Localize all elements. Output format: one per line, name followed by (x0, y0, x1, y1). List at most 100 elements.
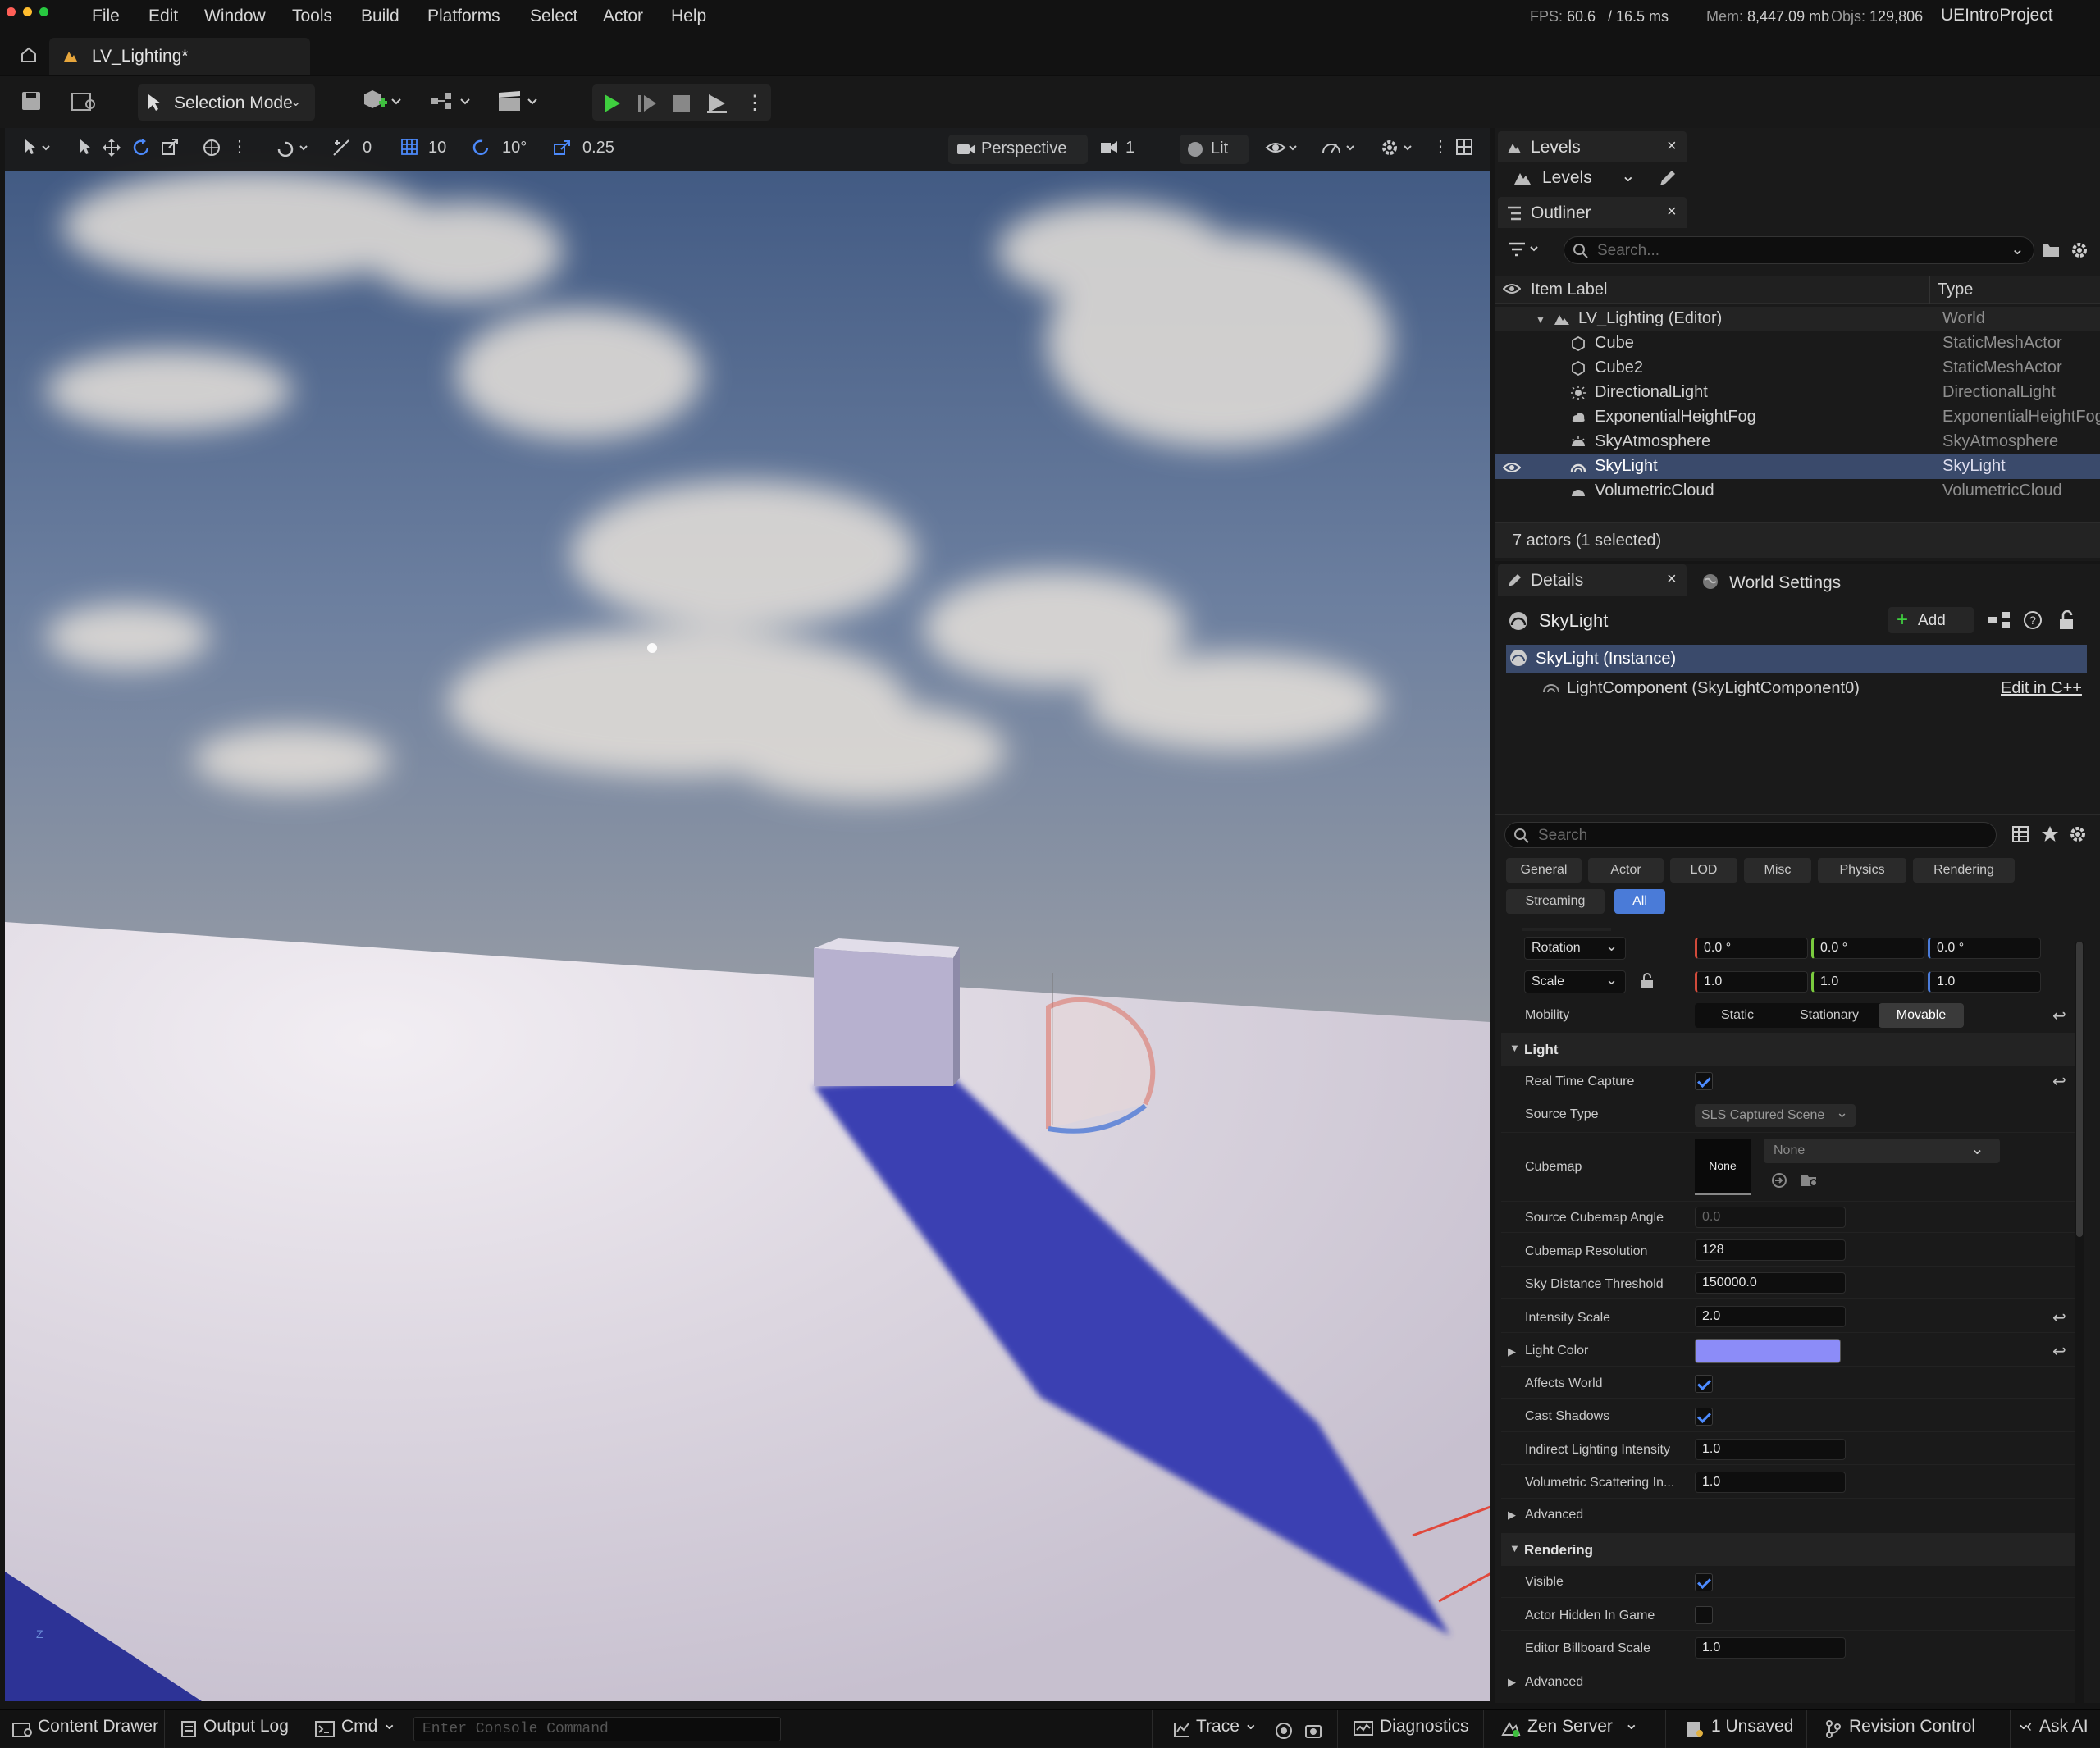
outliner-tab[interactable]: Outliner × (1498, 197, 1687, 228)
actor-hidden-in-game-checkbox[interactable] (1695, 1606, 1713, 1624)
rotate-icon[interactable] (131, 138, 151, 157)
blueprints-icon[interactable] (430, 89, 476, 112)
reset-to-default-icon[interactable]: ↩ (2052, 1071, 2066, 1092)
cubemap-asset-dropdown[interactable]: None ⌄ (1764, 1139, 2000, 1163)
details-scrollbar[interactable] (2075, 942, 2084, 1705)
camera-speed-value[interactable]: 1 (1125, 139, 1134, 157)
maximize-window-icon[interactable] (39, 7, 48, 16)
eye-icon[interactable] (1503, 461, 1521, 474)
outliner-row[interactable]: SkyAtmosphere SkyAtmosphere (1495, 430, 2100, 454)
cubemap-resolution-field[interactable]: 128 (1695, 1239, 1846, 1261)
menu-build[interactable]: Build (361, 7, 399, 26)
cube-mesh[interactable] (814, 948, 953, 1086)
component-row[interactable]: LightComponent (SkyLightComponent0) Edit… (1506, 674, 2087, 702)
select-icon[interactable] (77, 138, 94, 156)
outliner-row[interactable]: DirectionalLight DirectionalLight (1495, 381, 2100, 405)
blueprint-icon[interactable] (1987, 610, 2011, 630)
advanced-expander[interactable]: ▶ Advanced (1501, 1667, 2075, 1698)
console-input[interactable]: Enter Console Command (413, 1717, 781, 1741)
edit-in-cpp-link[interactable]: Edit in C++ (2001, 679, 2082, 698)
minimize-window-icon[interactable] (23, 7, 32, 16)
advance-frame-icon[interactable] (637, 93, 658, 114)
add-component-button[interactable]: + Add (1888, 607, 1974, 633)
cinematics-icon[interactable] (497, 89, 543, 112)
reset-to-default-icon[interactable]: ↩ (2052, 1006, 2066, 1026)
view-mode-dropdown[interactable]: Lit (1180, 135, 1249, 164)
menu-select[interactable]: Select (530, 7, 578, 26)
cast-shadows-checkbox[interactable] (1695, 1408, 1713, 1426)
volumetric-scattering-field[interactable]: 1.0 (1695, 1472, 1846, 1493)
help-icon[interactable]: ? (2023, 610, 2043, 630)
angle-snap-value[interactable]: 10° (502, 139, 527, 157)
advanced-expander[interactable]: ▶ Advanced (1501, 1499, 2075, 1532)
transform-mode-icon[interactable] (23, 138, 56, 157)
filter-physics[interactable]: Physics (1818, 858, 1906, 883)
editor-billboard-scale-field[interactable]: 1.0 (1695, 1637, 1846, 1659)
grid-snap-icon[interactable] (400, 138, 418, 156)
outliner-row[interactable]: Cube2 StaticMeshActor (1495, 356, 2100, 381)
document-tab[interactable]: LV_Lighting* (49, 38, 310, 75)
table-view-icon[interactable] (2011, 825, 2029, 843)
scale-snap-icon[interactable] (553, 138, 573, 157)
settings-icon[interactable] (2069, 825, 2087, 843)
eye-icon[interactable] (1503, 282, 1521, 295)
grid-snap-value[interactable]: 10 (428, 139, 446, 157)
intensity-scale-field[interactable]: 2.0 (1695, 1306, 1846, 1327)
more-options-icon[interactable]: ⋮ (231, 136, 248, 157)
show-flags-icon[interactable] (1265, 138, 1301, 157)
menu-help[interactable]: Help (671, 7, 706, 26)
details-search-input[interactable]: Search (1504, 822, 1997, 848)
outliner-row[interactable]: ExponentialHeightFog ExponentialHeightFo… (1495, 405, 2100, 430)
reset-to-default-icon[interactable]: ↩ (2052, 1308, 2066, 1328)
stop-icon[interactable] (673, 94, 691, 112)
scrollbar-thumb[interactable] (2076, 942, 2083, 1237)
chevron-down-icon[interactable]: ⌄ (1621, 166, 1636, 186)
scale-snap-value[interactable]: 0.25 (582, 139, 614, 157)
rotation-dropdown[interactable]: Rotation ⌄ (1524, 937, 1626, 960)
lock-icon[interactable] (2057, 610, 2075, 630)
visible-checkbox[interactable] (1695, 1573, 1713, 1591)
expand-arrow-icon[interactable]: ▼ (1536, 314, 1545, 326)
record-icon[interactable] (1275, 1722, 1293, 1740)
lock-icon[interactable] (1639, 973, 1655, 989)
column-item-label[interactable]: Item Label (1531, 281, 1607, 299)
filter-lod[interactable]: LOD (1670, 858, 1737, 883)
light-color-swatch[interactable] (1695, 1339, 1841, 1363)
menu-edit[interactable]: Edit (148, 7, 178, 26)
chevron-down-icon[interactable]: ⌄ (2011, 239, 2025, 259)
levels-tab[interactable]: Levels × (1498, 131, 1687, 162)
settings-icon[interactable] (1380, 138, 1418, 157)
filter-icon[interactable] (1508, 241, 1541, 258)
filter-streaming[interactable]: Streaming (1506, 889, 1605, 914)
indirect-lighting-intensity-field[interactable]: 1.0 (1695, 1439, 1846, 1460)
expand-arrow-icon[interactable]: ▶ (1508, 1345, 1516, 1358)
eject-icon[interactable] (705, 93, 728, 114)
world-local-icon[interactable] (202, 138, 221, 157)
levels-dropdown[interactable]: Levels (1542, 168, 1592, 188)
surface-snapping-icon[interactable] (276, 138, 313, 157)
source-cubemap-angle-field[interactable]: 0.0 (1695, 1207, 1846, 1228)
menu-tools[interactable]: Tools (292, 7, 332, 26)
save-icon[interactable] (20, 89, 43, 112)
selection-mode-dropdown[interactable]: Selection Mode ⌄ (138, 84, 315, 121)
instance-row[interactable]: SkyLight (Instance) (1506, 645, 2087, 673)
filter-actor[interactable]: Actor (1588, 858, 1664, 883)
use-selected-asset-icon[interactable] (1770, 1171, 1788, 1189)
browse-asset-icon[interactable] (1800, 1171, 1819, 1189)
rotate-snap-value[interactable]: 0 (363, 139, 372, 157)
close-icon[interactable]: × (1667, 137, 1677, 156)
layout-icon[interactable] (1455, 138, 1473, 156)
outliner-row[interactable]: VolumetricCloud VolumetricCloud (1495, 479, 2100, 504)
close-icon[interactable]: × (1667, 570, 1677, 589)
play-icon[interactable] (602, 93, 622, 114)
scale-dropdown[interactable]: Scale ⌄ (1524, 970, 1626, 993)
browse-content-icon[interactable] (71, 89, 97, 112)
scale-x-field[interactable]: 1.0 (1695, 971, 1808, 993)
source-type-dropdown[interactable]: SLS Captured Scene ⌄ (1695, 1104, 1856, 1127)
rotation-x-field[interactable]: 0.0 ° (1695, 938, 1808, 959)
rotation-y-field[interactable]: 0.0 ° (1811, 938, 1924, 959)
outliner-row-selected[interactable]: SkyLight SkyLight (1495, 454, 2100, 479)
outliner-row[interactable]: Cube StaticMeshActor (1495, 331, 2100, 356)
level-viewport[interactable]: Z (5, 128, 1490, 1701)
column-type[interactable]: Type (1938, 281, 1973, 299)
